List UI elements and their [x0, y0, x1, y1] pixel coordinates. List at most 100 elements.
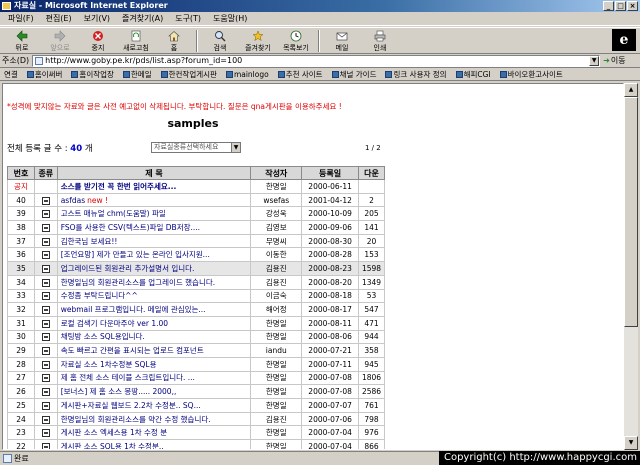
- link-item[interactable]: 해피CGI: [455, 69, 491, 80]
- row-author[interactable]: 한명일: [250, 179, 303, 194]
- search-button[interactable]: 검색: [204, 28, 236, 54]
- row-subject-link[interactable]: asfdas new !: [56, 192, 252, 208]
- row-author[interactable]: 한명일: [250, 425, 303, 441]
- subject-text[interactable]: 업그레이드된 회원관리 추가설명서 입니다.: [61, 264, 195, 273]
- file-icon[interactable]: [41, 196, 50, 205]
- row-author[interactable]: 이금숙: [250, 288, 303, 304]
- file-icon[interactable]: [41, 415, 50, 424]
- menu-file[interactable]: 파일(F): [8, 13, 34, 24]
- link-item[interactable]: 링크 사용자 정의: [385, 69, 447, 80]
- file-icon[interactable]: [41, 306, 50, 315]
- row-subject-link[interactable]: 게시판 소스 엑세스용 1차 수정 분: [56, 425, 252, 441]
- file-icon[interactable]: [41, 264, 50, 273]
- subject-text[interactable]: 고스트 매뉴얼 chm(도움말) 파일: [61, 209, 166, 218]
- file-icon[interactable]: [41, 347, 50, 356]
- link-item[interactable]: 한메일: [122, 69, 152, 80]
- subject-text[interactable]: webmail 프로그램입니다. 메일에 관심있는...: [61, 305, 206, 314]
- address-input[interactable]: http://www.goby.pe.kr/pds/list.asp?forum…: [32, 54, 601, 67]
- row-subject-link[interactable]: 소스를 받기전 꼭 한번 읽어주세요...: [56, 179, 252, 194]
- print-button[interactable]: 인쇄: [364, 28, 396, 54]
- row-author[interactable]: 해어정: [250, 302, 303, 317]
- row-subject-link[interactable]: 수정좀 부탁드립니다^^: [56, 288, 252, 304]
- subject-text[interactable]: 한명일님의 회원관리소스를 업그레이드 했습니다.: [61, 278, 215, 287]
- minimize-button[interactable]: _: [603, 1, 614, 11]
- go-button[interactable]: ➜ 이동: [603, 55, 625, 66]
- row-author[interactable]: 강성욱: [250, 206, 303, 222]
- menu-tools[interactable]: 도구(T): [175, 13, 201, 24]
- row-author[interactable]: 한명일: [250, 356, 303, 372]
- vertical-scrollbar[interactable]: ▲ ▼: [624, 83, 638, 450]
- stop-button[interactable]: 중지: [82, 28, 114, 54]
- row-subject-link[interactable]: [조언요망] 제가 만들고 있는 온라인 입사지원...: [56, 247, 252, 263]
- row-subject-link[interactable]: 자료실 소스 1차수정분 SQL용: [56, 356, 252, 372]
- row-author[interactable]: iandu: [250, 343, 303, 358]
- forward-button[interactable]: 앞으로: [44, 28, 76, 54]
- menu-edit[interactable]: 편집(E): [46, 13, 72, 24]
- subject-text[interactable]: [조언요망] 제가 만들고 있는 온라인 입사지원...: [61, 250, 210, 259]
- menu-view[interactable]: 보기(V): [84, 13, 110, 24]
- file-icon[interactable]: [41, 251, 50, 260]
- row-author[interactable]: 김용진: [250, 274, 303, 290]
- subject-text[interactable]: 게시판+자료실 웹보드 2.2차 수정분.. SQ...: [61, 401, 201, 410]
- subject-text[interactable]: 채팅방 소스 SQL용입니다.: [61, 332, 145, 341]
- row-author[interactable]: wsefas: [250, 192, 303, 208]
- row-subject-link[interactable]: 속도 빠르고 간편을 표시되는 업로드 컴포넌트: [56, 343, 252, 358]
- scroll-up-icon[interactable]: ▲: [624, 83, 638, 97]
- row-subject-link[interactable]: 게시판+자료실 웹보드 2.2차 수정분.. SQ...: [56, 398, 252, 413]
- subject-text[interactable]: [보너스] 제 홈 소스 몽땅..... 2000,,: [61, 387, 177, 396]
- mail-button[interactable]: 메일: [326, 28, 358, 54]
- link-item[interactable]: 한컨작업게시판: [160, 69, 217, 80]
- link-item[interactable]: 추천 사이트: [277, 69, 323, 80]
- subject-text[interactable]: 로컬 검색기 다운마주야 ver 1.00: [61, 319, 168, 328]
- row-author[interactable]: 이동한: [250, 247, 303, 263]
- link-item[interactable]: 홈이작업장: [71, 69, 114, 80]
- row-author[interactable]: 김용진: [250, 411, 303, 427]
- back-button[interactable]: 뒤로: [6, 28, 38, 54]
- link-item[interactable]: 홈이써버: [26, 69, 62, 80]
- file-icon[interactable]: [41, 237, 50, 246]
- scroll-down-icon[interactable]: ▼: [624, 436, 638, 450]
- row-author[interactable]: 한명일: [250, 439, 303, 449]
- row-author[interactable]: 한명일: [250, 384, 303, 399]
- subject-text[interactable]: 제 홈 전체 소스 테이블 스크립트입니다. ...: [61, 373, 195, 382]
- file-icon[interactable]: [41, 319, 50, 328]
- row-author[interactable]: 한명일: [250, 370, 303, 386]
- row-subject-link[interactable]: webmail 프로그램입니다. 메일에 관심있는...: [56, 302, 252, 317]
- menu-help[interactable]: 도움말(H): [213, 13, 247, 24]
- scroll-thumb[interactable]: [624, 97, 638, 327]
- row-author[interactable]: 한명일: [250, 315, 303, 331]
- subject-text[interactable]: 게시판 소스 엑세스용 1차 수정 분: [61, 428, 167, 437]
- subject-text[interactable]: 자료실 소스 1차수정분 SQL용: [61, 360, 157, 369]
- refresh-button[interactable]: 새로고침: [120, 28, 152, 54]
- close-button[interactable]: ×: [627, 1, 638, 11]
- file-icon[interactable]: [41, 401, 50, 410]
- subject-text[interactable]: 수정좀 부탁드립니다^^: [61, 291, 138, 300]
- row-subject-link[interactable]: 게시판 소스 SQL용 1차 수정분..: [56, 439, 252, 449]
- row-author[interactable]: 한명일: [250, 329, 303, 345]
- file-icon[interactable]: [41, 388, 50, 397]
- maximize-button[interactable]: □: [615, 1, 626, 11]
- file-icon[interactable]: [41, 292, 50, 301]
- row-subject-link[interactable]: 김한국님 보세요!!: [56, 233, 252, 249]
- file-icon[interactable]: [41, 429, 50, 438]
- favorites-button[interactable]: 즐겨찾기: [242, 28, 274, 54]
- file-icon[interactable]: [41, 223, 50, 232]
- row-subject-link[interactable]: 로컬 검색기 다운마주야 ver 1.00: [56, 315, 252, 331]
- file-icon[interactable]: [41, 278, 50, 287]
- row-subject-link[interactable]: [보너스] 제 홈 소스 몽땅..... 2000,,: [56, 384, 252, 399]
- row-subject-link[interactable]: 채팅방 소스 SQL용입니다.: [56, 329, 252, 345]
- subject-text[interactable]: FSO를 사용한 CSV(텍스트)파일 DB저장....: [61, 223, 200, 232]
- subject-text[interactable]: 소스를 받기전 꼭 한번 읽어주세요...: [61, 182, 177, 191]
- row-author[interactable]: 김영보: [250, 220, 303, 235]
- subject-text[interactable]: 속도 빠르고 간편을 표시되는 업로드 컴포넌트: [61, 346, 204, 355]
- file-icon[interactable]: [41, 333, 50, 342]
- row-subject-link[interactable]: FSO를 사용한 CSV(텍스트)파일 DB저장....: [56, 220, 252, 235]
- subject-text[interactable]: 한명일님의 회원관리소스를 약간 수정 했습니다.: [61, 415, 211, 424]
- row-subject-link[interactable]: 업그레이드된 회원관리 추가설명서 입니다.: [56, 261, 252, 276]
- history-button[interactable]: 목록보기: [280, 28, 312, 54]
- row-author[interactable]: 무명씨: [250, 233, 303, 249]
- row-subject-link[interactable]: 제 홈 전체 소스 테이블 스크립트입니다. ...: [56, 370, 252, 386]
- file-icon[interactable]: [41, 360, 50, 369]
- link-item[interactable]: 채널 가이드: [331, 69, 376, 80]
- subject-text[interactable]: 김한국님 보세요!!: [61, 237, 118, 246]
